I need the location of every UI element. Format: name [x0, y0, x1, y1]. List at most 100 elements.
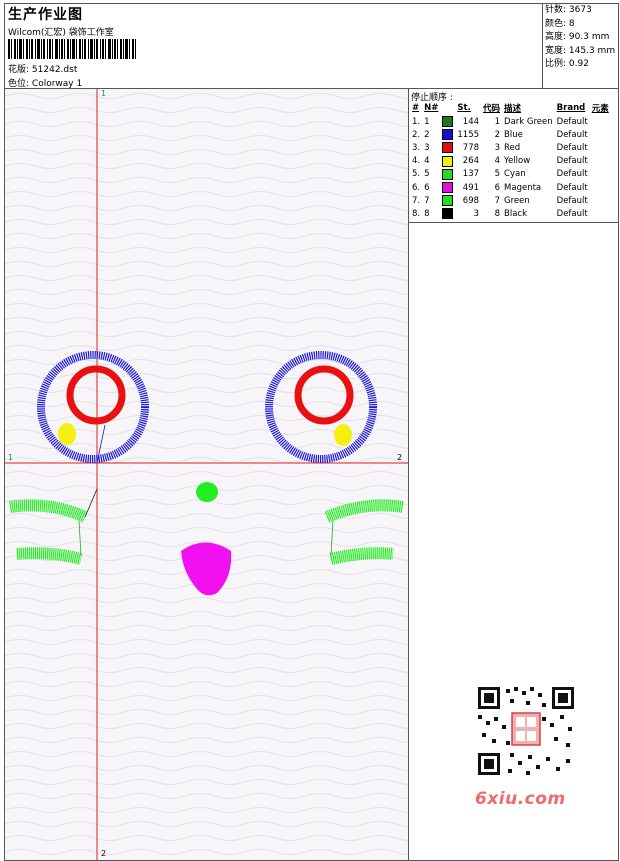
color-table: # N# St. 代码 描述 Brand 元素 1. 1 144 1 Dark Gree… [410, 101, 611, 221]
color-desc: Green [504, 195, 530, 206]
design-stats: 针数: 3673 颜色: 8 高度: 90.3 mm 宽度: 145.3 mm … [545, 4, 615, 72]
color-row: 6. 6 491 6 Magenta Default [410, 181, 611, 194]
color-seq: 8. [412, 208, 421, 219]
left-whisker-bottom [16, 547, 83, 565]
right-eye-inner-ring [294, 365, 354, 425]
color-n: 2 [424, 129, 430, 140]
left-eye-highlight [58, 423, 76, 445]
color-n: 5 [424, 169, 430, 180]
guide-label-right: 2 [397, 453, 403, 462]
stat-width: 宽度: 145.3 mm [545, 45, 616, 56]
color-desc: Magenta [504, 182, 542, 193]
color-code: 1 [494, 116, 501, 127]
color-row: 3. 3 778 3 Red Default [410, 141, 611, 154]
color-seq: 6. [412, 182, 421, 193]
guide-label-top: 1 [101, 89, 107, 98]
color-swatch [442, 208, 454, 220]
color-brand: Default [556, 156, 588, 167]
color-row: 1. 1 144 1 Dark Green Default [410, 115, 611, 128]
nose [196, 482, 218, 502]
color-swatch-cell [440, 168, 455, 181]
color-swatch [442, 142, 454, 154]
color-seq: 2. [412, 129, 421, 140]
color-code: 8 [494, 208, 501, 219]
whisker-travel-stitch [84, 488, 98, 518]
color-brand: Default [556, 129, 588, 140]
col-stitches: St. [457, 103, 471, 113]
qr-code [470, 681, 582, 781]
color-n: 1 [424, 116, 430, 127]
color-row: 5. 5 137 5 Cyan Default [410, 168, 611, 181]
left-whisker-top [9, 499, 88, 523]
right-whisker-bottom [329, 547, 394, 565]
color-swatch [442, 168, 454, 180]
color-st: 491 [462, 182, 480, 193]
color-swatch [442, 116, 454, 128]
color-element [590, 194, 611, 207]
color-brand: Default [556, 195, 588, 206]
color-desc: Blue [504, 129, 523, 140]
color-desc: Black [504, 208, 528, 219]
color-n: 4 [424, 156, 430, 167]
left-eye-inner-ring [66, 365, 126, 425]
mouth [181, 542, 232, 596]
embroidery-design [5, 89, 408, 860]
color-element [590, 155, 611, 168]
design-canvas: 1 1 2 2 [4, 88, 409, 861]
color-code: 4 [494, 156, 501, 167]
color-n: 8 [424, 208, 430, 219]
right-whisker-top [324, 499, 404, 523]
color-n: 6 [424, 182, 430, 193]
panel-divider [409, 222, 618, 223]
col-swatch [440, 101, 455, 115]
color-seq: 5. [412, 169, 421, 180]
color-code: 5 [494, 169, 501, 180]
color-brand: Default [556, 169, 588, 180]
sheet-title: 生产作业图 [8, 7, 83, 23]
color-desc: Yellow [504, 156, 531, 167]
color-brand: Default [556, 116, 588, 127]
barcode [8, 39, 136, 59]
right-whisker-jump [330, 520, 334, 556]
color-st: 778 [462, 142, 480, 153]
color-swatch-cell [440, 194, 455, 207]
sheet-header: 生产作业图 Wilcom(汇宏) 袋饰工作室 花版: 51242.dst 色位:… [4, 3, 619, 89]
color-swatch-cell [440, 181, 455, 194]
color-code: 6 [494, 182, 501, 193]
color-element [590, 207, 611, 220]
color-st: 3 [473, 208, 480, 219]
color-seq: 3. [412, 142, 421, 153]
color-row: 2. 2 1155 2 Blue Default [410, 128, 611, 141]
color-code: 7 [494, 195, 501, 206]
color-n: 3 [424, 142, 430, 153]
color-swatch [442, 129, 454, 141]
right-eye-highlight [334, 424, 352, 446]
color-n: 7 [424, 195, 430, 206]
col-description: 描述 [504, 104, 522, 114]
design-value: 51242.dst [31, 65, 78, 75]
color-st: 264 [462, 156, 480, 167]
color-desc: Cyan [504, 169, 526, 180]
color-element [590, 168, 611, 181]
design-label: 花版: [8, 65, 30, 75]
color-swatch [442, 182, 454, 194]
left-whisker-jump [78, 520, 82, 556]
design-file: 花版: 51242.dst [8, 62, 77, 75]
color-st: 698 [462, 195, 480, 206]
color-row: 8. 8 3 8 Black Default [410, 207, 611, 220]
color-row: 4. 4 264 4 Yellow Default [410, 155, 611, 168]
color-table-header: # N# St. 代码 描述 Brand 元素 [410, 101, 611, 115]
color-desc: Dark Green [504, 116, 553, 127]
watermark: 6xiu.com [475, 789, 566, 809]
guide-label-bottom: 2 [101, 849, 107, 858]
color-st: 144 [462, 116, 480, 127]
col-brand: Brand [556, 103, 586, 113]
color-brand: Default [556, 142, 588, 153]
col-element: 元素 [591, 104, 609, 114]
color-st: 1155 [457, 129, 480, 140]
color-st: 137 [462, 169, 480, 180]
color-swatch-cell [440, 128, 455, 141]
header-divider [542, 4, 543, 88]
color-seq: 4. [412, 156, 421, 167]
stat-stitches: 针数: 3673 [545, 5, 592, 15]
